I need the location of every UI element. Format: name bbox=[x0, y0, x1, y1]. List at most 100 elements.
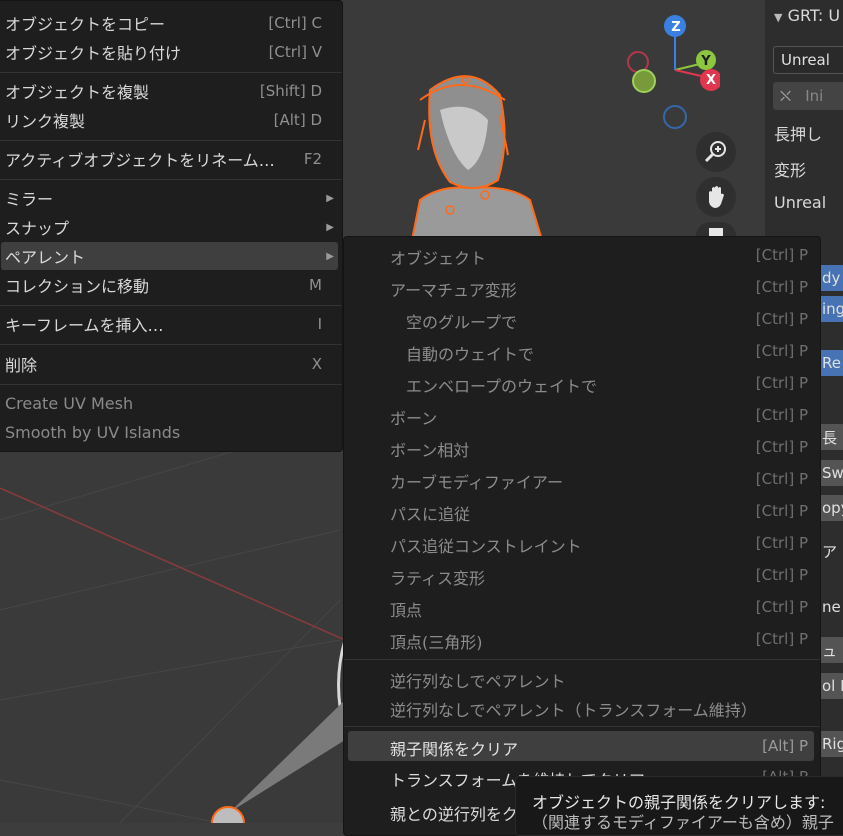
parent-item-bone[interactable]: ボーン [Ctrl] P bbox=[344, 400, 820, 430]
menu-separator bbox=[0, 140, 342, 141]
menu-item-copy-object[interactable]: オブジェクトをコピー [Ctrl] C bbox=[0, 9, 342, 37]
menu-separator bbox=[344, 659, 820, 660]
shortcut-label: [Ctrl] P bbox=[755, 598, 808, 616]
menu-item-label: 自動のウェイトで bbox=[406, 345, 535, 364]
shortcut-label: [Ctrl] P bbox=[755, 566, 808, 584]
menu-item-snap[interactable]: スナップ ▶ bbox=[0, 213, 342, 241]
shortcut-label: X bbox=[311, 355, 322, 373]
parent-item-object[interactable]: オブジェクト [Ctrl] P bbox=[344, 240, 820, 270]
shortcut-label: [Alt] D bbox=[273, 111, 322, 129]
object-context-menu: オブジェクトをコピー [Ctrl] C オブジェクトを貼り付け [Ctrl] V オ… bbox=[0, 0, 343, 452]
menu-item-label: 逆行列なしでペアレント（トランスフォーム維持） bbox=[390, 701, 757, 720]
submenu-arrow-icon: ▶ bbox=[326, 221, 334, 233]
menu-separator bbox=[0, 344, 342, 345]
menu-item-label: 削除 bbox=[5, 356, 38, 375]
menu-item-insert-keyframe[interactable]: キーフレームを挿入… I bbox=[0, 310, 342, 338]
gizmo-z-label[interactable]: Z bbox=[665, 16, 687, 38]
shortcut-label: F2 bbox=[303, 150, 322, 168]
menu-item-label: 頂点 bbox=[390, 601, 423, 620]
menu-item-delete[interactable]: 削除 X bbox=[0, 350, 342, 378]
menu-item-smooth-uv-islands[interactable]: Smooth by UV Islands bbox=[0, 418, 342, 446]
shortcut-label: [Ctrl] P bbox=[755, 534, 808, 552]
parent-item-vertex[interactable]: 頂点 [Ctrl] P bbox=[344, 592, 820, 622]
parent-item-clear-parent[interactable]: 親子関係をクリア [Alt] P bbox=[348, 731, 814, 761]
menu-item-label: ラティス変形 bbox=[390, 569, 486, 588]
unreal-dropdown[interactable]: Unreal bbox=[773, 46, 843, 74]
parent-item-lattice-deform[interactable]: ラティス変形 [Ctrl] P bbox=[344, 560, 820, 590]
zoom-button[interactable] bbox=[696, 132, 736, 172]
menu-item-label: ボーン bbox=[390, 409, 438, 428]
menu-item-mirror[interactable]: ミラー ▶ bbox=[0, 184, 342, 212]
menu-item-label: 親子関係をクリア bbox=[390, 740, 519, 759]
menu-item-label: アクティブオブジェクトをリネーム… bbox=[5, 151, 275, 170]
shortcut-label: [Ctrl] P bbox=[755, 470, 808, 488]
parent-item-curve-modifier[interactable]: カーブモディファイアー [Ctrl] P bbox=[344, 464, 820, 494]
parent-item-without-inverse-keep-transform[interactable]: 逆行列なしでペアレント（トランスフォーム維持） bbox=[344, 692, 820, 722]
shortcut-label: [Ctrl] V bbox=[268, 43, 322, 61]
shortcut-label: [Ctrl] P bbox=[755, 374, 808, 392]
menu-item-move-to-collection[interactable]: コレクションに移動 M bbox=[0, 271, 342, 299]
menu-item-duplicate-linked[interactable]: リンク複製 [Alt] D bbox=[0, 106, 342, 134]
transform-label: 変形 bbox=[774, 161, 807, 180]
shortcut-label: M bbox=[309, 276, 322, 294]
panel-header-label: GRT: U bbox=[787, 6, 841, 25]
menu-item-label: 頂点(三角形) bbox=[390, 633, 483, 652]
shortcut-label: [Alt] P bbox=[762, 737, 808, 755]
shortcut-label: [Ctrl] P bbox=[755, 278, 808, 296]
menu-item-paste-object[interactable]: オブジェクトを貼り付け [Ctrl] V bbox=[0, 38, 342, 66]
menu-item-label: オブジェクトを複製 bbox=[5, 83, 150, 102]
submenu-arrow-icon: ▶ bbox=[326, 192, 334, 204]
tooltip-line-2: （関連するモディファイアーも含め）親子 bbox=[532, 813, 834, 832]
panel-header[interactable]: ▼ GRT: U bbox=[774, 6, 840, 25]
parent-item-vertex-triangle[interactable]: 頂点(三角形) [Ctrl] P bbox=[344, 624, 820, 654]
shortcut-label: [Ctrl] P bbox=[755, 406, 808, 424]
menu-item-label: ミラー bbox=[5, 190, 54, 209]
init-button[interactable]: ⛌ Ini bbox=[773, 82, 843, 110]
menu-item-label: オブジェクトをコピー bbox=[5, 15, 166, 34]
camera-icon bbox=[709, 228, 723, 236]
parent-item-without-inverse[interactable]: 逆行列なしでペアレント bbox=[344, 663, 820, 693]
shortcut-label: [Ctrl] P bbox=[755, 438, 808, 456]
menu-item-label: Create UV Mesh bbox=[5, 393, 134, 413]
menu-item-label: Smooth by UV Islands bbox=[5, 422, 181, 442]
menu-separator bbox=[0, 179, 342, 180]
shortcut-label: [Ctrl] P bbox=[755, 342, 808, 360]
collapse-arrow-icon: ▼ bbox=[774, 11, 783, 24]
init-button-label: Ini bbox=[805, 87, 824, 105]
parent-item-follow-path[interactable]: パスに追従 [Ctrl] P bbox=[344, 496, 820, 526]
parent-item-bone-relative[interactable]: ボーン相対 [Ctrl] P bbox=[344, 432, 820, 462]
menu-item-label: オブジェクトを貼り付け bbox=[5, 44, 182, 63]
camera-button[interactable] bbox=[696, 222, 736, 236]
menu-separator bbox=[344, 726, 820, 727]
unreal-label: Unreal bbox=[774, 193, 827, 212]
menu-item-label: カーブモディファイアー bbox=[390, 473, 563, 492]
menu-item-duplicate[interactable]: オブジェクトを複製 [Shift] D bbox=[0, 77, 342, 105]
parent-submenu: オブジェクト [Ctrl] P アーマチュア変形 [Ctrl] P 空のグループで [… bbox=[343, 236, 821, 836]
selected-character-model[interactable] bbox=[380, 60, 560, 250]
menu-separator bbox=[0, 305, 342, 306]
submenu-arrow-icon: ▶ bbox=[326, 250, 334, 262]
gizmo-y-label[interactable]: Y bbox=[696, 51, 716, 71]
shortcut-label: [Ctrl] P bbox=[755, 246, 808, 264]
menu-item-label: ボーン相対 bbox=[390, 441, 470, 460]
menu-item-label: パスに追従 bbox=[390, 505, 471, 524]
pan-button[interactable] bbox=[696, 177, 736, 217]
menu-item-label: 空のグループで bbox=[406, 313, 518, 332]
shortcut-label: [Ctrl] P bbox=[755, 502, 808, 520]
shortcut-label: [Shift] D bbox=[259, 82, 322, 100]
gizmo-x-label[interactable]: X bbox=[700, 69, 722, 91]
parent-item-empty-groups[interactable]: 空のグループで [Ctrl] P bbox=[344, 304, 820, 334]
menu-item-create-uv-mesh[interactable]: Create UV Mesh bbox=[0, 389, 342, 417]
menu-item-rename-active[interactable]: アクティブオブジェクトをリネーム… F2 bbox=[0, 145, 342, 173]
menu-item-label: リンク複製 bbox=[5, 112, 86, 131]
menu-item-label: ペアレント bbox=[5, 248, 86, 267]
zoom-icon bbox=[704, 141, 726, 163]
parent-item-auto-weights[interactable]: 自動のウェイトで [Ctrl] P bbox=[344, 336, 820, 366]
hand-icon bbox=[709, 186, 724, 208]
parent-item-armature-deform[interactable]: アーマチュア変形 [Ctrl] P bbox=[344, 272, 820, 302]
shortcut-label: I bbox=[317, 315, 322, 333]
parent-item-envelope-weights[interactable]: エンベロープのウェイトで [Ctrl] P bbox=[344, 368, 820, 398]
parent-item-path-constraint[interactable]: パス追従コンストレイント [Ctrl] P bbox=[344, 528, 820, 558]
menu-item-label: エンベロープのウェイトで bbox=[406, 377, 598, 396]
menu-item-parent[interactable]: ペアレント ▶ bbox=[1, 242, 338, 270]
